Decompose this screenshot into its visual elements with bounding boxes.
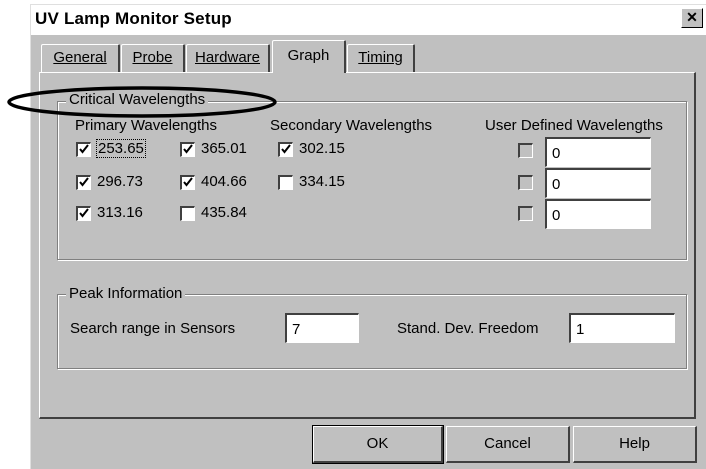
- tab-general[interactable]: General: [41, 44, 120, 72]
- stddev-freedom-field[interactable]: 1: [569, 313, 675, 343]
- cancel-label: Cancel: [484, 435, 531, 452]
- label-435-84[interactable]: 435.84: [201, 204, 247, 221]
- cancel-button[interactable]: Cancel: [446, 426, 570, 463]
- check-icon: [79, 144, 89, 154]
- help-label: Help: [619, 435, 650, 452]
- label-404-66[interactable]: 404.66: [201, 173, 247, 190]
- window-title: UV Lamp Monitor Setup: [35, 9, 232, 28]
- checkbox-302-15[interactable]: [278, 142, 293, 157]
- tab-graph[interactable]: Graph: [272, 40, 346, 73]
- checkbox-313-16[interactable]: [76, 206, 91, 221]
- annotation-ellipse: [7, 86, 277, 118]
- check-icon: [183, 144, 193, 154]
- search-range-label: Search range in Sensors: [70, 320, 236, 337]
- secondary-wavelengths-header: Secondary Wavelengths: [270, 117, 433, 134]
- check-icon: [281, 144, 291, 154]
- checkbox-334-15[interactable]: [278, 175, 293, 190]
- label-365-01[interactable]: 365.01: [201, 140, 247, 157]
- tab-hardware[interactable]: Hardware: [186, 44, 270, 72]
- checkbox-435-84[interactable]: [180, 206, 195, 221]
- user-wavelength-field-2[interactable]: 0: [545, 168, 651, 198]
- tab-timing[interactable]: Timing: [347, 44, 415, 72]
- ok-label: OK: [366, 435, 389, 452]
- help-button[interactable]: Help: [573, 426, 697, 463]
- user-defined-wavelengths-header: User Defined Wavelengths: [485, 117, 663, 134]
- tab-label: Hardware: [194, 49, 261, 66]
- checkbox-253-65[interactable]: [76, 142, 91, 157]
- label-253-65[interactable]: 253.65: [96, 139, 146, 158]
- label-302-15[interactable]: 302.15: [299, 140, 345, 157]
- tab-label: Probe: [132, 49, 173, 66]
- user-wavelength-checkbox-3[interactable]: [518, 206, 533, 221]
- checkbox-404-66[interactable]: [180, 175, 195, 190]
- search-range-field[interactable]: 7: [285, 313, 359, 343]
- check-icon: [79, 208, 89, 218]
- tab-label: Graph: [287, 47, 330, 64]
- check-icon: [183, 177, 193, 187]
- user-wavelength-checkbox-1[interactable]: [518, 143, 533, 158]
- user-wavelength-checkbox-2[interactable]: [518, 175, 533, 190]
- peak-information-legend: Peak Information: [66, 285, 186, 303]
- checkbox-365-01[interactable]: [180, 142, 195, 157]
- tab-label: Timing: [358, 49, 403, 66]
- label-334-15[interactable]: 334.15: [299, 173, 345, 190]
- label-296-73[interactable]: 296.73: [97, 173, 143, 190]
- tab-probe[interactable]: Probe: [121, 44, 185, 72]
- check-icon: [79, 177, 89, 187]
- tab-label: General: [53, 49, 107, 66]
- ok-button[interactable]: OK: [312, 425, 444, 464]
- checkbox-296-73[interactable]: [76, 175, 91, 190]
- user-wavelength-field-3[interactable]: 0: [545, 199, 651, 229]
- user-wavelength-field-1[interactable]: 0: [545, 137, 651, 167]
- stddev-freedom-label: Stand. Dev. Freedom: [397, 320, 539, 337]
- close-icon[interactable]: ✕: [681, 8, 703, 28]
- label-313-16[interactable]: 313.16: [97, 204, 143, 221]
